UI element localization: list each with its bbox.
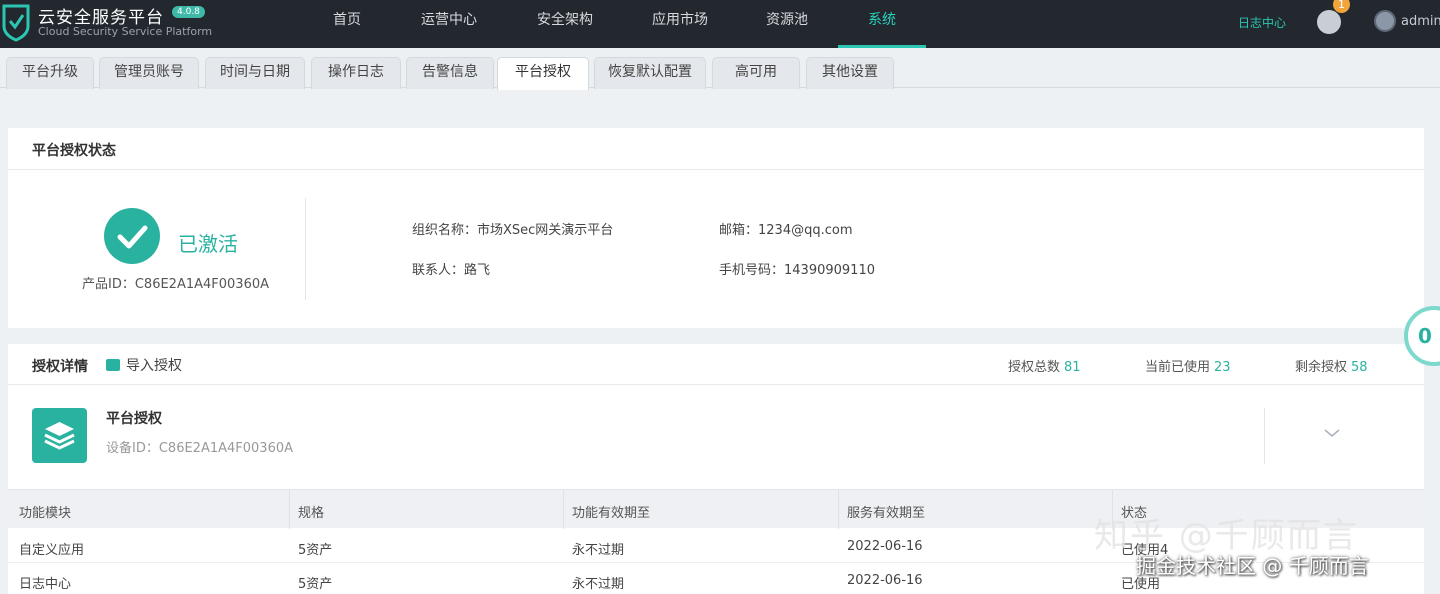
import-license-label: 导入授权 (126, 358, 182, 374)
license-remaining-label: 剩余授权 (1295, 360, 1348, 375)
tab-platform-license[interactable]: 平台授权 (497, 57, 589, 90)
license-used-value: 23 (1214, 360, 1231, 375)
license-remaining: 剩余授权 58 (1295, 356, 1368, 375)
license-remaining-value: 58 (1351, 360, 1368, 375)
column-header-function-expiry: 功能有效期至 (572, 506, 651, 521)
license-details-title: 授权详情 (32, 359, 88, 375)
tab-admin-accounts[interactable]: 管理员账号 (99, 57, 199, 89)
import-license-button[interactable]: 导入授权 (106, 355, 182, 375)
nav-operations-center[interactable]: 运营中心 (410, 0, 488, 48)
email: 邮箱：1234@qq.com (719, 223, 853, 238)
cell-function-expiry: 永不过期 (572, 577, 625, 592)
chevron-down-icon[interactable] (1322, 426, 1342, 440)
folder-icon (106, 359, 120, 371)
tab-alert-info[interactable]: 告警信息 (406, 57, 494, 89)
column-header-spec: 规格 (298, 506, 325, 521)
cell-function-expiry: 永不过期 (572, 543, 625, 558)
product-id: 产品ID：C86E2A1A4F00360A (82, 277, 270, 292)
cell-module: 日志中心 (19, 577, 72, 592)
shield-logo-icon (2, 4, 30, 42)
nav-system[interactable]: 系统 (838, 0, 926, 48)
settings-tab-bar: 平台升级 管理员账号 时间与日期 操作日志 告警信息 平台授权 恢复默认配置 高… (0, 48, 1440, 90)
column-header-service-expiry: 服务有效期至 (847, 506, 926, 521)
tab-platform-upgrade[interactable]: 平台升级 (6, 57, 94, 89)
column-divider (838, 490, 839, 529)
username-label[interactable]: admin (1401, 14, 1440, 29)
tab-operation-log[interactable]: 操作日志 (311, 57, 401, 89)
cell-module: 自定义应用 (19, 543, 85, 558)
contact-person: 联系人：路飞 (412, 263, 491, 278)
divider (8, 169, 1424, 170)
nav-app-market[interactable]: 应用市场 (641, 0, 719, 48)
column-divider (289, 490, 290, 529)
divider (8, 384, 1424, 385)
bell-icon[interactable] (1317, 10, 1341, 34)
cell-service-expiry: 2022-06-16 (847, 573, 923, 588)
notification-count-badge: 1 (1333, 0, 1350, 13)
version-badge: 4.0.8 (172, 6, 205, 18)
tab-date-time[interactable]: 时间与日期 (205, 57, 305, 89)
tab-high-availability[interactable]: 高可用 (712, 57, 800, 89)
platform-logo[interactable]: 云安全服务平台 4.0.8 Cloud Security Service Pla… (0, 0, 240, 48)
log-center-link[interactable]: 日志中心 (1238, 14, 1286, 31)
nav-resource-pool[interactable]: 资源池 (756, 0, 818, 48)
top-navigation-bar: 云安全服务平台 4.0.8 Cloud Security Service Pla… (0, 0, 1440, 48)
cell-service-expiry: 2022-06-16 (847, 539, 923, 554)
floating-counter-value: 0 (1418, 324, 1432, 348)
organization-name: 组织名称：市场XSec网关演示平台 (412, 223, 614, 238)
license-used-label: 当前已使用 (1145, 360, 1211, 375)
license-card-title: 平台授权 (106, 411, 162, 427)
device-id: 设备ID：C86E2A1A4F00360A (106, 441, 294, 456)
check-circle-icon (104, 208, 160, 264)
license-total: 授权总数 81 (1008, 356, 1081, 375)
activation-status: 已激活 (178, 232, 238, 256)
license-status-title: 平台授权状态 (32, 143, 116, 159)
cell-spec: 5资产 (298, 543, 333, 558)
brand-subtitle: Cloud Security Service Platform (38, 25, 213, 38)
divider (1264, 408, 1265, 464)
phone-number: 手机号码：14390909110 (719, 263, 875, 278)
license-total-value: 81 (1064, 360, 1081, 375)
divider (305, 198, 306, 300)
layers-icon (32, 408, 87, 463)
tab-other-settings[interactable]: 其他设置 (806, 57, 894, 89)
nav-security-architecture[interactable]: 安全架构 (526, 0, 604, 48)
cell-spec: 5资产 (298, 577, 333, 592)
license-used: 当前已使用 23 (1145, 356, 1231, 375)
nav-home[interactable]: 首页 (318, 0, 376, 48)
juejin-watermark: 掘金技术社区 @ 千顾而言 (1136, 554, 1369, 578)
tab-restore-defaults[interactable]: 恢复默认配置 (594, 57, 706, 89)
user-avatar[interactable] (1374, 10, 1396, 32)
column-header-module: 功能模块 (19, 506, 72, 521)
column-divider (563, 490, 564, 529)
license-total-label: 授权总数 (1008, 360, 1061, 375)
